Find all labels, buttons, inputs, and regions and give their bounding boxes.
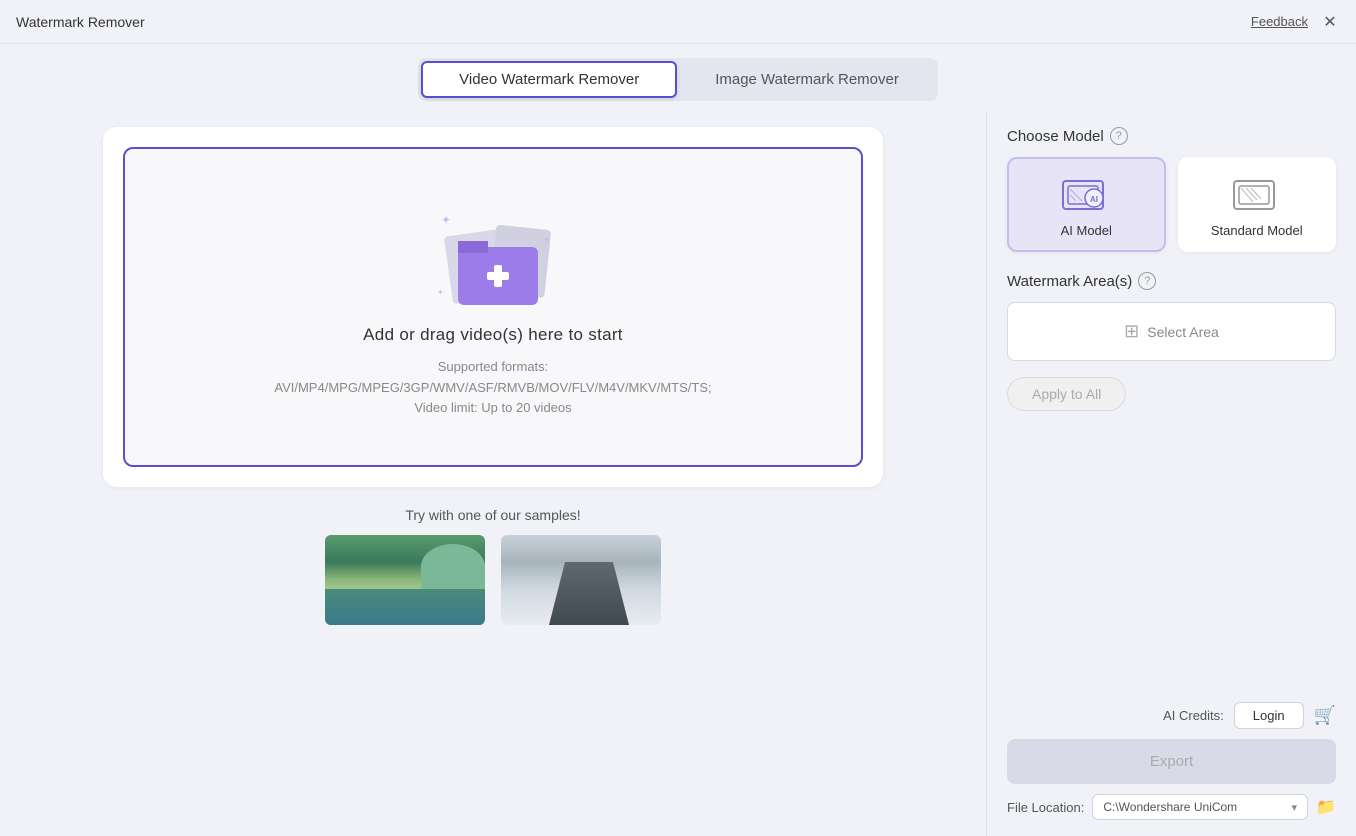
formats-line3: Video limit: Up to 20 videos xyxy=(414,400,571,415)
folder-icon-area: ✦ ✦ ✦ xyxy=(433,205,553,305)
standard-model-svg xyxy=(1233,176,1281,214)
file-location-input[interactable]: C:\Wondershare UniCom ▾ xyxy=(1092,794,1308,820)
model-grid: AI AI Model xyxy=(1007,157,1336,252)
apply-to-all-button[interactable]: Apply to All xyxy=(1007,377,1126,411)
tab-image[interactable]: Image Watermark Remover xyxy=(679,61,935,98)
sparkle-3: ✦ xyxy=(437,288,444,297)
feedback-link[interactable]: Feedback xyxy=(1251,14,1308,29)
watermark-area-title: Watermark Area(s) ? xyxy=(1007,272,1336,290)
choose-model-label: Choose Model xyxy=(1007,128,1104,145)
watermark-area-section: Watermark Area(s) ? ⊞ Select Area xyxy=(1007,272,1336,361)
samples-label: Try with one of our samples! xyxy=(405,507,580,523)
main-content: ✦ ✦ ✦ Add or drag video(s) here to start… xyxy=(0,111,1356,836)
dropdown-arrow[interactable]: ▾ xyxy=(1292,801,1298,814)
sparkle-1: ✦ xyxy=(441,213,451,227)
formats-line2: AVI/MP4/MPG/MPEG/3GP/WMV/ASF/RMVB/MOV/FL… xyxy=(274,380,711,395)
model-card-ai[interactable]: AI AI Model xyxy=(1007,157,1166,252)
app-title: Watermark Remover xyxy=(16,14,145,30)
samples-row xyxy=(325,535,661,625)
watermark-area-label: Watermark Area(s) xyxy=(1007,273,1132,290)
select-area-button[interactable]: ⊞ Select Area xyxy=(1007,302,1336,361)
file-location-label: File Location: xyxy=(1007,800,1084,815)
upload-zone[interactable]: ✦ ✦ ✦ Add or drag video(s) here to start… xyxy=(123,147,863,467)
model-card-standard[interactable]: Standard Model xyxy=(1178,157,1337,252)
login-button[interactable]: Login xyxy=(1234,702,1304,729)
left-panel: ✦ ✦ ✦ Add or drag video(s) here to start… xyxy=(0,111,986,836)
samples-section: Try with one of our samples! xyxy=(20,507,966,625)
sample-thumb-2[interactable] xyxy=(501,535,661,625)
select-area-icon: ⊞ xyxy=(1124,321,1139,342)
cart-icon[interactable]: 🛒 xyxy=(1314,705,1336,726)
choose-model-title: Choose Model ? xyxy=(1007,127,1336,145)
upload-title: Add or drag video(s) here to start xyxy=(363,325,623,345)
right-spacer xyxy=(1007,447,1336,702)
ai-credits-label: AI Credits: xyxy=(1163,708,1224,723)
choose-model-help-icon[interactable]: ? xyxy=(1110,127,1128,145)
standard-model-icon xyxy=(1233,175,1281,215)
folder-open-icon[interactable]: 📁 xyxy=(1316,797,1336,817)
file-location-row: File Location: C:\Wondershare UniCom ▾ 📁 xyxy=(1007,794,1336,820)
tab-video[interactable]: Video Watermark Remover xyxy=(421,61,677,98)
close-button[interactable]: ✕ xyxy=(1320,12,1340,32)
upload-formats: Supported formats: AVI/MP4/MPG/MPEG/3GP/… xyxy=(274,357,711,419)
standard-model-label: Standard Model xyxy=(1211,223,1303,238)
formats-line1: Supported formats: xyxy=(438,359,549,374)
apply-all-wrapper: Apply to All xyxy=(1007,377,1336,431)
tab-container: Video Watermark Remover Image Watermark … xyxy=(418,58,938,101)
right-panel: Choose Model ? AI xyxy=(986,111,1356,836)
title-bar-actions: Feedback ✕ xyxy=(1251,12,1340,32)
sparkle-2: ✦ xyxy=(543,235,551,246)
ai-model-label: AI Model xyxy=(1061,223,1112,238)
watermark-area-help-icon[interactable]: ? xyxy=(1138,272,1156,290)
export-button[interactable]: Export xyxy=(1007,739,1336,784)
folder-svg-icon xyxy=(433,205,563,315)
ai-credits-row: AI Credits: Login 🛒 xyxy=(1007,702,1336,729)
svg-text:AI: AI xyxy=(1090,195,1098,204)
ai-model-icon: AI xyxy=(1062,175,1110,215)
upload-outer: ✦ ✦ ✦ Add or drag video(s) here to start… xyxy=(103,127,883,487)
title-bar: Watermark Remover Feedback ✕ xyxy=(0,0,1356,44)
ai-model-svg: AI xyxy=(1062,176,1110,214)
file-location-value: C:\Wondershare UniCom xyxy=(1103,800,1237,814)
right-bottom: AI Credits: Login 🛒 Export File Location… xyxy=(1007,702,1336,820)
tab-bar: Video Watermark Remover Image Watermark … xyxy=(0,44,1356,111)
select-area-label: Select Area xyxy=(1147,324,1219,340)
sample-thumb-1[interactable] xyxy=(325,535,485,625)
